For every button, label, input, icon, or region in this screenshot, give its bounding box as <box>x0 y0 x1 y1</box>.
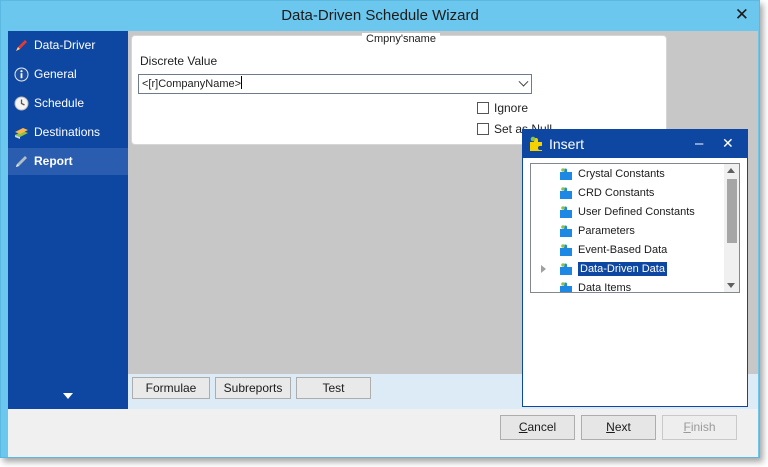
insert-title: Insert <box>549 136 585 152</box>
sidebar-item-schedule[interactable]: Schedule <box>8 90 128 117</box>
scroll-up-icon[interactable] <box>727 168 735 173</box>
text-caret <box>241 76 243 89</box>
next-label: Next <box>606 420 631 434</box>
expand-arrow-icon[interactable] <box>541 265 546 273</box>
tree-item-data-items[interactable]: Data Items <box>531 279 726 293</box>
puzzle-icon <box>560 244 572 256</box>
tree-item-label: Data-Driven Data <box>578 262 667 276</box>
puzzle-icon <box>560 282 572 292</box>
window-title: Data-Driven Schedule Wizard <box>281 7 479 24</box>
finish-button[interactable]: Finish <box>662 415 737 440</box>
wizard-footer: Cancel Next Finish <box>8 409 758 457</box>
insert-title-bar[interactable]: Insert – ✕ <box>523 130 747 158</box>
cancel-button[interactable]: Cancel <box>500 415 575 440</box>
puzzle-icon <box>560 263 572 275</box>
tree-item-label: Event-Based Data <box>578 244 668 256</box>
tree-scrollbar[interactable] <box>724 164 739 292</box>
scroll-thumb[interactable] <box>727 179 737 243</box>
sidebar-item-report[interactable]: Report <box>8 148 128 175</box>
pencil-icon <box>16 156 27 167</box>
puzzle-icon <box>560 187 572 199</box>
sidebar-item-label: Report <box>34 154 73 168</box>
puzzle-icon <box>560 168 572 180</box>
puzzle-icon <box>560 206 572 218</box>
sidebar: Data-Driver General Schedule Destination… <box>8 31 128 409</box>
sidebar-item-label: General <box>34 67 77 81</box>
test-button[interactable]: Test <box>296 377 371 399</box>
info-icon <box>14 67 29 82</box>
tree-item-crystal-constants[interactable]: Crystal Constants <box>531 165 726 184</box>
sidebar-item-label: Data-Driver <box>34 38 96 52</box>
set-as-null-checkbox[interactable] <box>477 123 489 135</box>
discrete-value-combo[interactable]: <[r]CompanyName> <box>138 74 532 94</box>
cancel-label: Cancel <box>518 420 557 434</box>
formulae-button[interactable]: Formulae <box>132 377 210 399</box>
close-icon[interactable]: ✕ <box>722 130 734 158</box>
discrete-value-label: Discrete Value <box>140 54 218 68</box>
minimize-icon[interactable]: – <box>695 130 703 158</box>
finish-label: Finish <box>683 420 716 434</box>
window-close-icon[interactable]: ✕ <box>735 7 749 24</box>
tree-item-event-based-data[interactable]: Event-Based Data <box>531 241 726 260</box>
tree-item-label: Parameters <box>578 225 635 237</box>
puzzle-icon <box>530 136 542 151</box>
ignore-label: Ignore <box>494 101 529 115</box>
pen-icon <box>16 40 27 51</box>
insert-panel: Insert – ✕ Crystal Constants CRD Constan… <box>522 129 748 407</box>
sidebar-item-label: Destinations <box>34 125 101 139</box>
next-button[interactable]: Next <box>581 415 656 440</box>
scroll-down-icon[interactable] <box>727 283 735 288</box>
tree-item-data-driven-data[interactable]: Data-Driven Data <box>531 260 726 279</box>
sidebar-item-destinations[interactable]: Destinations <box>8 119 128 146</box>
subreports-button[interactable]: Subreports <box>215 377 291 399</box>
sidebar-item-data-driver[interactable]: Data-Driver <box>8 32 128 59</box>
books-icon <box>15 128 28 139</box>
sidebar-item-general[interactable]: General <box>8 61 128 88</box>
tree-item-label: Data Items <box>578 282 632 293</box>
tree-item-user-defined-constants[interactable]: User Defined Constants <box>531 203 726 222</box>
tree-item-label: Crystal Constants <box>578 168 665 180</box>
insert-tree: Crystal Constants CRD Constants User Def… <box>530 163 740 293</box>
parameter-group-title: Cmpny'sname <box>362 33 440 45</box>
sidebar-item-label: Schedule <box>34 96 85 110</box>
puzzle-icon <box>560 225 572 237</box>
sidebar-scroll-down-icon[interactable] <box>63 393 73 399</box>
tree-item-crd-constants[interactable]: CRD Constants <box>531 184 726 203</box>
ignore-checkbox[interactable] <box>477 102 489 114</box>
tree-item-parameters[interactable]: Parameters <box>531 222 726 241</box>
discrete-value-text: <[r]CompanyName> <box>142 78 242 90</box>
clock-icon <box>14 96 29 111</box>
tree-item-label: CRD Constants <box>578 187 655 199</box>
chevron-down-icon[interactable] <box>518 76 529 87</box>
title-bar: Data-Driven Schedule Wizard ✕ <box>1 1 759 31</box>
tree-item-label: User Defined Constants <box>578 206 695 218</box>
